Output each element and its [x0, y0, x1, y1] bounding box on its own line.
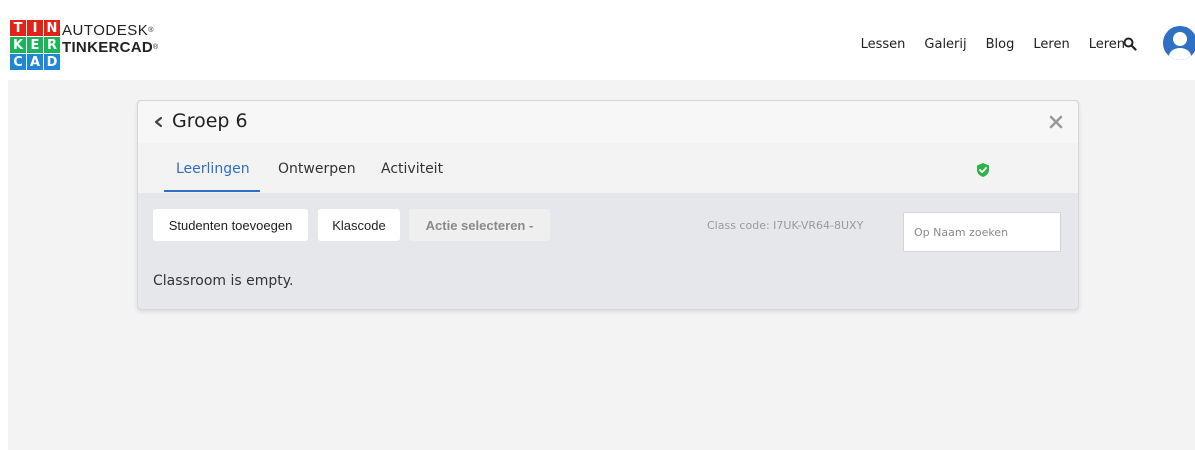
nav-galerij[interactable]: Galerij [924, 37, 966, 52]
brand-line-2: TINKERCAD [62, 39, 154, 56]
nav-lessen[interactable]: Lessen [861, 37, 906, 52]
logo-letter-tile: C [10, 54, 26, 70]
logo-letter-tile: D [44, 54, 60, 70]
logo-letter-tile: R [44, 37, 60, 53]
main-nav: Lessen Galerij Blog Leren Leren [842, 37, 1125, 52]
group-panel: Groep 6 Leerlingen Ontwerpen Activiteit … [137, 100, 1079, 310]
logo-letter-tile: I [27, 20, 43, 36]
nav-leren-2[interactable]: Leren [1089, 37, 1125, 52]
shield-check-icon [977, 163, 989, 177]
panel-header: Groep 6 [138, 101, 1078, 143]
panel-tabs: Leerlingen Ontwerpen Activiteit [138, 143, 1078, 193]
brand-trademark: ® [148, 27, 154, 34]
search-icon[interactable] [1123, 37, 1137, 51]
empty-classroom-message: Classroom is empty. [153, 273, 294, 289]
class-code-text: Class code: I7UK-VR64-8UXY [707, 219, 864, 232]
brand-line-1: AUTODESK [62, 22, 149, 39]
select-action-dropdown[interactable]: Actie selecteren - [409, 209, 550, 241]
top-header: TIN KER CAD AUTODESK® TINKERCAD® Lessen Ga… [0, 0, 1195, 80]
logo-letter-tile: T [10, 20, 26, 36]
logo-letter-tile: K [10, 37, 26, 53]
tab-activiteit[interactable]: Activiteit [381, 161, 443, 177]
logo-letter-tile: A [27, 54, 43, 70]
user-avatar-icon[interactable] [1163, 26, 1195, 60]
active-tab-indicator [164, 190, 260, 192]
panel-title: Groep 6 [172, 110, 248, 132]
logo-letter-tile: E [27, 37, 43, 53]
logo-letter-tile: N [44, 20, 60, 36]
nav-leren[interactable]: Leren [1033, 37, 1069, 52]
brand-trademark: ® [153, 44, 159, 51]
tab-leerlingen[interactable]: Leerlingen [176, 161, 250, 177]
search-by-name-input[interactable] [903, 212, 1061, 252]
add-students-button[interactable]: Studenten toevoegen [153, 209, 308, 241]
tab-ontwerpen[interactable]: Ontwerpen [278, 161, 356, 177]
close-icon[interactable] [1048, 114, 1064, 130]
tinkercad-logo[interactable]: TIN KER CAD [10, 20, 60, 70]
class-code-button[interactable]: Klascode [318, 209, 400, 241]
brand-name[interactable]: AUTODESK® TINKERCAD® [62, 22, 159, 56]
chevron-left-icon[interactable] [152, 113, 166, 131]
nav-blog[interactable]: Blog [986, 37, 1015, 52]
